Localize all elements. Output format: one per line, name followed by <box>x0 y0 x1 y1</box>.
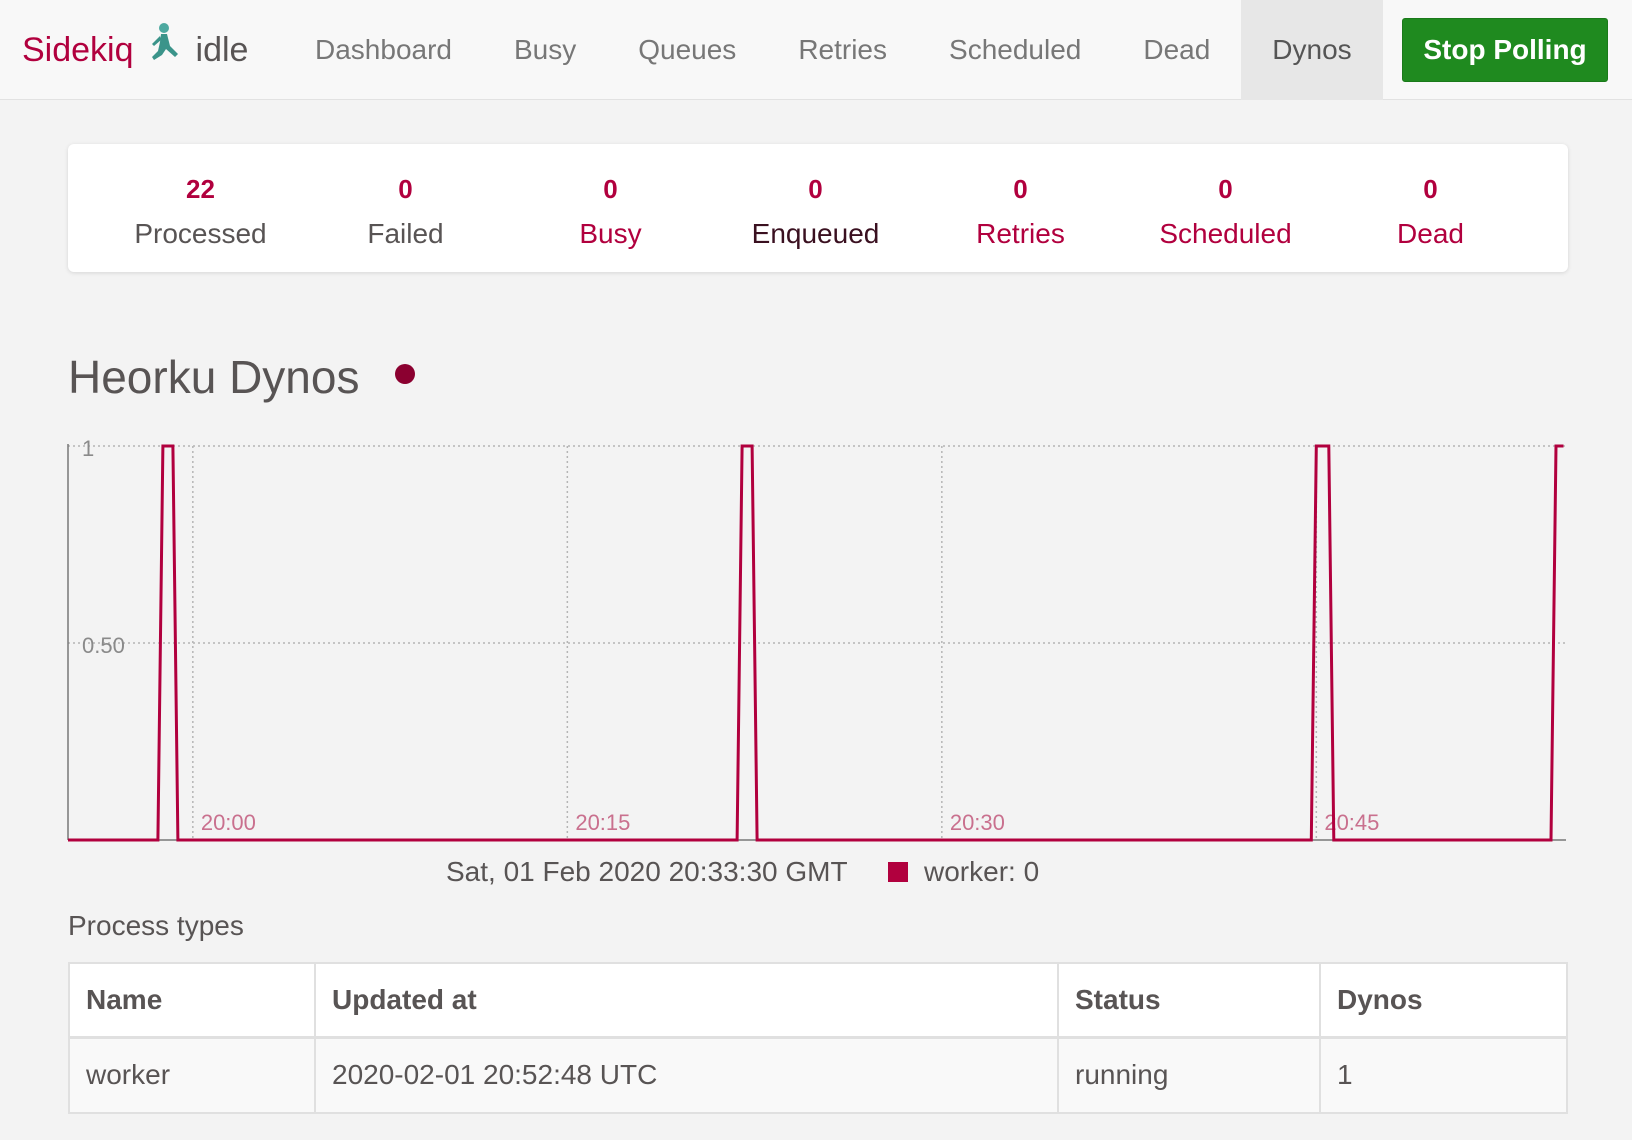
column-header-name: Name <box>68 962 316 1039</box>
cell-dynos: 1 <box>1319 1036 1568 1114</box>
chart-legend: worker: 0 <box>888 856 1039 888</box>
x-tick-label: 20:15 <box>575 810 630 835</box>
column-header-updated-at: Updated at <box>314 962 1059 1039</box>
cell-status: running <box>1057 1036 1321 1114</box>
legend-swatch <box>888 862 908 882</box>
dynos-chart[interactable]: 0.50120:00 20:15 20:30 20:45 <box>0 0 1632 880</box>
chart-hover-time: Sat, 01 Feb 2020 20:33:30 GMT <box>446 856 848 887</box>
table-row: worker 2020-02-01 20:52:48 UTC running 1 <box>68 1036 1568 1114</box>
cell-updated-at: 2020-02-01 20:52:48 UTC <box>314 1036 1059 1114</box>
x-tick-label: 20:00 <box>201 810 256 835</box>
y-tick-label: 1 <box>82 436 94 461</box>
process-types-table: Name Updated at Status Dynos worker 2020… <box>68 962 1568 1114</box>
column-header-status: Status <box>1057 962 1321 1039</box>
x-tick-label: 20:30 <box>950 810 1005 835</box>
y-tick-label: 0.50 <box>82 633 125 658</box>
column-header-dynos: Dynos <box>1319 962 1568 1039</box>
cell-name: worker <box>68 1036 316 1114</box>
process-types-title: Process types <box>68 910 244 941</box>
legend-text: worker: 0 <box>924 856 1040 887</box>
table-header-row: Name Updated at Status Dynos <box>68 962 1568 1039</box>
